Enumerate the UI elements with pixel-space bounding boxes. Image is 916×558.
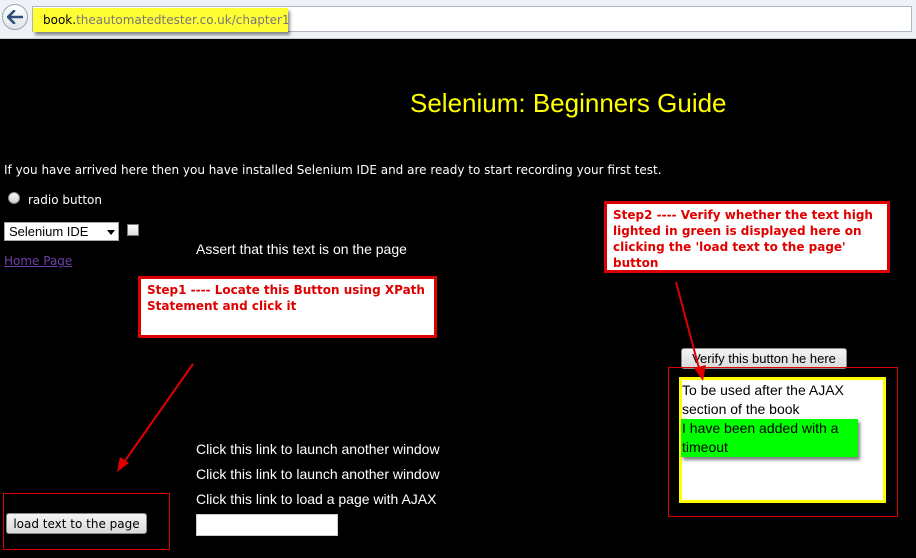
back-arrow-icon xyxy=(7,10,23,24)
radio-label: radio button xyxy=(28,193,102,207)
checkbox[interactable] xyxy=(127,224,139,236)
url-host: theautomatedtester.co.uk xyxy=(76,13,232,27)
chevron-down-icon xyxy=(107,230,115,235)
url-highlight[interactable]: book.theautomatedtester.co.uk/chapter1 xyxy=(33,8,290,32)
select-value: Selenium IDE xyxy=(9,224,89,239)
radio-button[interactable] xyxy=(8,192,20,204)
url-path: /chapter1 xyxy=(231,13,290,27)
load-ajax-link[interactable]: Click this link to load a page with AJAX xyxy=(196,491,436,507)
selenium-select[interactable]: Selenium IDE xyxy=(4,222,119,241)
intro-text: If you have arrived here then you have i… xyxy=(4,163,662,177)
step1-annotation: Step1 ---- Locate this Button using XPat… xyxy=(138,276,437,338)
step2-annotation: Step2 ---- Verify whether the text high … xyxy=(604,201,890,273)
step1-arrow-line xyxy=(121,363,194,466)
home-page-link[interactable]: Home Page xyxy=(4,254,72,268)
ajax-text: To be used after the AJAX section of the… xyxy=(682,382,844,417)
launch-window-link-2[interactable]: Click this link to launch another window xyxy=(196,466,440,482)
assert-text: Assert that this text is on the page xyxy=(196,241,407,257)
page-title: Selenium: Beginners Guide xyxy=(410,88,727,118)
back-button[interactable] xyxy=(2,4,28,30)
launch-window-link-1[interactable]: Click this link to launch another window xyxy=(196,441,440,457)
verify-button[interactable]: Verify this button he here xyxy=(681,348,847,369)
step1-arrowhead-icon xyxy=(117,457,129,472)
ajax-added-text: I have been added with a timeout xyxy=(681,419,858,457)
url-text: book.theautomatedtester.co.uk/chapter1 xyxy=(43,13,290,27)
url-prefix: book. xyxy=(43,13,77,27)
text-input[interactable] xyxy=(196,514,338,536)
load-text-button[interactable]: load text to the page xyxy=(6,513,147,534)
